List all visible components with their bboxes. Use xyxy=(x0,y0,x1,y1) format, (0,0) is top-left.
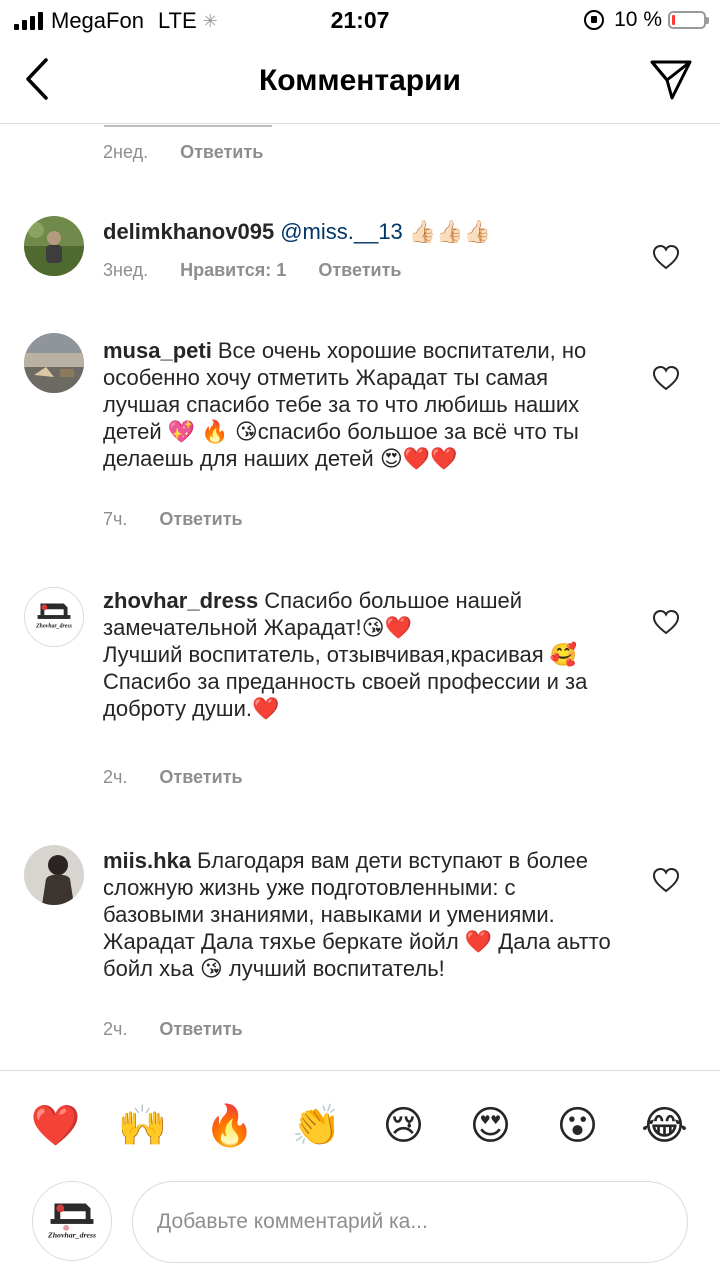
avatar[interactable] xyxy=(24,216,84,276)
sewing-machine-logo-icon: Zhovhar_dress xyxy=(25,588,83,646)
comment-body: miis.hka Благодаря вам дети вступают в бо… xyxy=(103,847,613,982)
clipped-text xyxy=(104,125,384,127)
page-title: Комментарии xyxy=(258,64,462,97)
battery-level-fill xyxy=(672,15,675,25)
landscape-avatar-icon xyxy=(24,333,84,393)
comment-body: musa_peti Все очень хорошие воспитатели, … xyxy=(103,337,613,472)
comment-input[interactable]: Добавьте комментарий ка... xyxy=(132,1181,688,1263)
avatar[interactable] xyxy=(24,333,84,393)
avatar[interactable]: Zhovhar_dress xyxy=(24,587,84,647)
comment-meta: 2ч. Ответить xyxy=(103,767,243,788)
comment-body: zhovhar_dress Спасибо большое нашей замеч… xyxy=(103,587,613,722)
sewing-machine-logo-icon: Zhovhar_dress xyxy=(33,1182,111,1260)
share-button[interactable] xyxy=(648,56,694,102)
person-photo-avatar-icon xyxy=(24,216,84,276)
battery-percent: 10 % xyxy=(614,8,662,31)
comment-list[interactable]: 2нед. Ответить delimkhanov095 @miss.__13 … xyxy=(0,125,720,1070)
like-heart-icon[interactable] xyxy=(652,609,680,635)
comment-input-bar: Zhovhar_dress Добавьте комментарий ка... xyxy=(0,1178,720,1278)
rotation-lock-icon xyxy=(584,10,605,30)
comment-meta: 2нед. Ответить xyxy=(103,142,263,163)
comment-body: delimkhanov095 @miss.__13 👍🏻👍🏻👍🏻 xyxy=(103,218,613,245)
person-dark-avatar-icon xyxy=(24,845,84,905)
comment-line: Лучший воспитатель, отзывчивая,красивая … xyxy=(103,642,578,667)
comment-username[interactable]: zhovhar_dress xyxy=(103,588,258,613)
comment-partial: 2нед. Ответить xyxy=(0,125,720,185)
comment-meta: 3нед. Нравится: 1 Ответить xyxy=(103,260,402,281)
comment-line: Спасибо за преданность своей профессии и… xyxy=(103,669,588,721)
comment-time: 2нед. xyxy=(103,142,149,162)
comment-mention[interactable]: @miss.__13 xyxy=(280,219,403,244)
emoji-heart-eyes-icon[interactable]: 😍 xyxy=(461,1103,521,1149)
emoji-fire-icon[interactable]: 🔥 xyxy=(200,1102,260,1149)
avatar[interactable] xyxy=(24,845,84,905)
comment-text: 👍🏻👍🏻👍🏻 xyxy=(402,219,492,244)
emoji-clapping-hands-icon[interactable]: 👏 xyxy=(287,1102,347,1149)
reply-button[interactable]: Ответить xyxy=(159,1019,242,1040)
comment-time: 7ч. xyxy=(103,509,128,529)
reply-button[interactable]: Ответить xyxy=(159,509,242,530)
comment-username[interactable]: miis.hka xyxy=(103,848,191,873)
comment-username[interactable]: delimkhanov095 xyxy=(103,219,274,244)
emoji-raised-hands-icon[interactable]: 🙌 xyxy=(113,1102,173,1149)
comment-time: 2ч. xyxy=(103,1019,128,1039)
like-heart-icon[interactable] xyxy=(652,867,680,893)
comment-item: musa_peti Все очень хорошие воспитатели, … xyxy=(0,333,720,563)
comment-item: miis.hka Благодаря вам дети вступают в бо… xyxy=(0,843,720,1063)
emoji-crying-face-icon[interactable]: 😢 xyxy=(374,1103,434,1149)
reply-button[interactable]: Ответить xyxy=(180,142,263,163)
emoji-tears-of-joy-icon[interactable]: 😂 xyxy=(635,1103,695,1149)
status-right: 10 % xyxy=(584,8,709,32)
comment-line: zhovhar_dress Спасибо большое нашей замеч… xyxy=(103,587,613,641)
comment-item: Zhovhar_dress zhovhar_dress Спасибо больш… xyxy=(0,585,720,805)
avatar-brand-text: Zhovhar_dress xyxy=(35,624,72,630)
like-heart-icon[interactable] xyxy=(652,244,680,270)
like-heart-icon[interactable] xyxy=(652,365,680,391)
header: Комментарии xyxy=(0,40,720,124)
likes-count[interactable]: Нравится: 1 xyxy=(180,260,286,281)
battery-icon xyxy=(668,11,709,29)
quick-emoji-bar: ❤️ 🙌 🔥 👏 😢 😍 😮 😂 xyxy=(0,1070,720,1180)
comment-time: 2ч. xyxy=(103,767,128,787)
comment-time: 3нед. xyxy=(103,260,149,280)
reply-button[interactable]: Ответить xyxy=(318,260,401,281)
current-user-avatar: Zhovhar_dress xyxy=(32,1181,112,1261)
comment-item: delimkhanov095 @miss.__13 👍🏻👍🏻👍🏻 3нед. Нр… xyxy=(0,210,720,320)
comment-username[interactable]: musa_peti xyxy=(103,338,212,363)
emoji-red-heart-icon[interactable]: ❤️ xyxy=(26,1102,86,1149)
reply-button[interactable]: Ответить xyxy=(159,767,242,788)
comment-meta: 2ч. Ответить xyxy=(103,1019,243,1040)
paper-plane-icon xyxy=(650,60,692,100)
status-bar: MegaFon LTE ✳ 21:07 10 % xyxy=(0,0,720,40)
comment-meta: 7ч. Ответить xyxy=(103,509,243,530)
emoji-open-mouth-icon[interactable]: 😮 xyxy=(548,1103,608,1149)
avatar-brand-text: Zhovhar_dress xyxy=(47,1231,96,1240)
